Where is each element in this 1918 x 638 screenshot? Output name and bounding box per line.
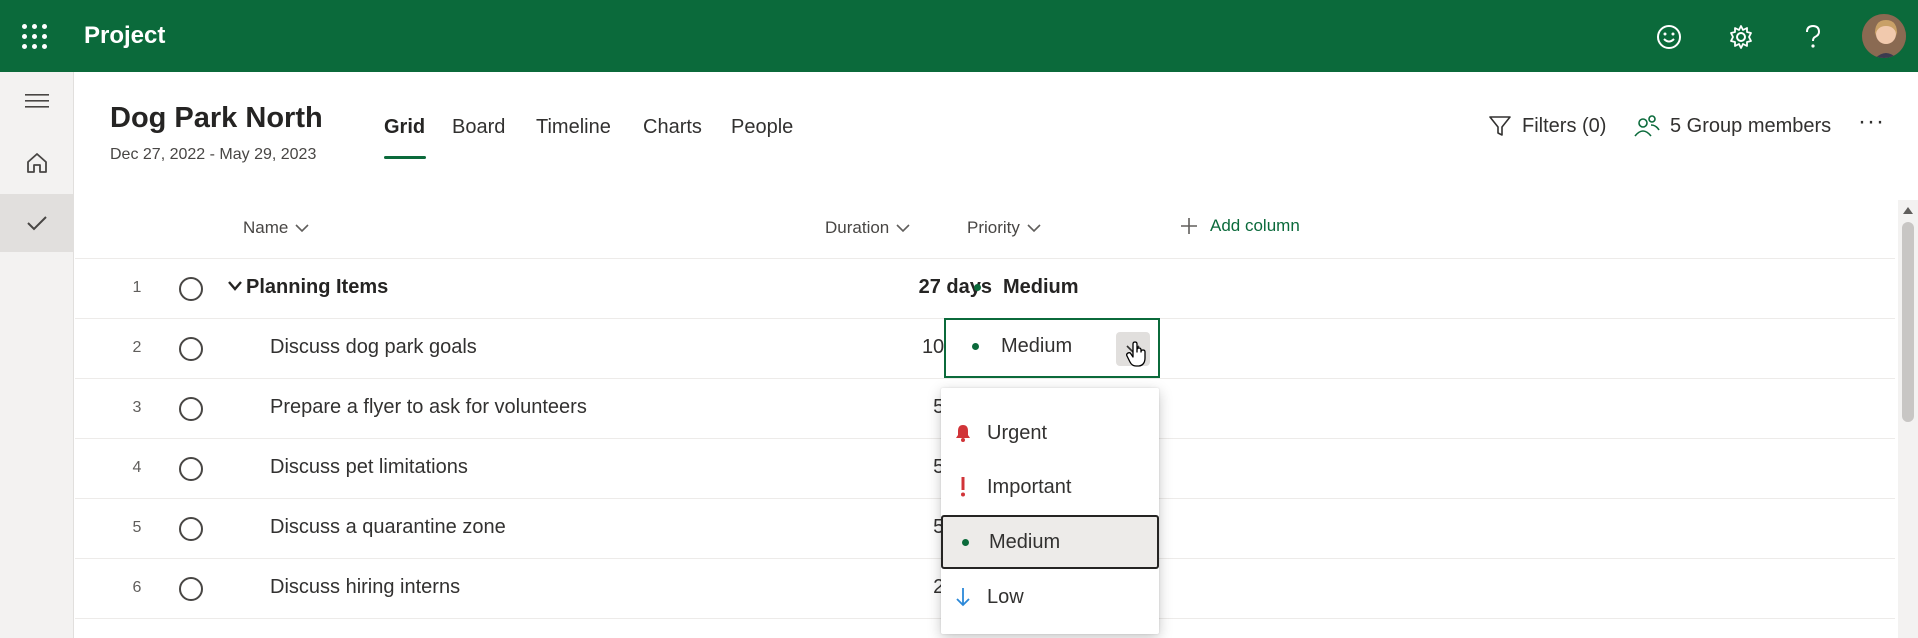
task-name[interactable]: Discuss pet limitations	[270, 456, 468, 479]
arrow-down-icon	[955, 587, 971, 607]
dot-icon	[957, 532, 973, 552]
add-column-button[interactable]: Add column	[1180, 216, 1300, 236]
task-duration[interactable]: 27 days	[800, 276, 992, 299]
table-row-group[interactable]: 1 Planning Items 27 days Medium	[75, 258, 1895, 318]
option-label: Important	[987, 475, 1072, 498]
task-name[interactable]: Discuss hiring interns	[270, 576, 460, 599]
priority-label: Medium	[1003, 276, 1079, 298]
dot-icon	[972, 343, 979, 350]
dot-icon	[974, 284, 981, 291]
filters-button[interactable]: Filters (0)	[1488, 114, 1606, 138]
project-title[interactable]: Dog Park North	[110, 102, 323, 135]
priority-option-important[interactable]: Important	[941, 460, 1159, 514]
chevron-down-icon	[295, 224, 309, 233]
project-dates: Dec 27, 2022 - May 29, 2023	[110, 146, 317, 163]
bell-icon	[955, 423, 971, 443]
tab-timeline[interactable]: Timeline	[536, 116, 611, 139]
row-number: 3	[132, 399, 142, 416]
complete-task-checkbox[interactable]	[179, 457, 203, 481]
priority-cell-editing[interactable]: Medium	[944, 318, 1160, 378]
vertical-scrollbar[interactable]	[1898, 200, 1918, 638]
task-name[interactable]: Discuss dog park goals	[270, 336, 477, 359]
task-name[interactable]: Planning Items	[246, 276, 388, 299]
filters-label: Filters (0)	[1522, 114, 1607, 137]
tab-grid[interactable]: Grid	[384, 116, 425, 139]
row-number: 4	[132, 459, 142, 476]
column-name-label: Name	[243, 218, 289, 237]
row-number: 6	[132, 579, 142, 596]
row-number: 1	[132, 279, 142, 296]
settings-gear-icon[interactable]	[1724, 20, 1758, 54]
priority-option-urgent[interactable]: Urgent	[941, 406, 1159, 460]
user-avatar[interactable]	[1860, 12, 1908, 60]
column-duration-label: Duration	[825, 218, 890, 237]
column-header-name[interactable]: Name	[243, 218, 310, 238]
complete-task-checkbox[interactable]	[179, 277, 203, 301]
app-title[interactable]: Project	[84, 22, 165, 50]
plus-icon	[1181, 218, 1197, 234]
scroll-up-arrow-icon[interactable]	[1903, 206, 1913, 214]
complete-task-checkbox[interactable]	[179, 577, 203, 601]
column-header-duration[interactable]: Duration	[825, 218, 911, 238]
menu-hamburger-icon[interactable]	[0, 72, 74, 130]
app-launcher-icon[interactable]	[22, 24, 48, 50]
people-icon	[1634, 115, 1660, 137]
app-header: Project	[0, 0, 1918, 72]
complete-task-checkbox[interactable]	[179, 517, 203, 541]
collapse-chevron-icon[interactable]	[227, 279, 243, 293]
home-icon[interactable]	[0, 134, 74, 192]
priority-value: Medium	[1001, 335, 1073, 357]
row-number: 5	[132, 519, 142, 536]
tab-board[interactable]: Board	[452, 116, 505, 139]
scroll-thumb[interactable]	[1902, 222, 1914, 422]
option-label: Low	[987, 585, 1024, 608]
priority-option-low[interactable]: Low	[941, 570, 1159, 624]
column-priority-label: Priority	[967, 218, 1020, 237]
tab-people[interactable]: People	[731, 116, 793, 139]
help-question-icon[interactable]	[1796, 20, 1830, 54]
my-tasks-check-icon[interactable]	[0, 194, 74, 252]
complete-task-checkbox[interactable]	[179, 337, 203, 361]
group-members-button[interactable]: 5 Group members	[1634, 114, 1831, 138]
exclamation-icon	[955, 477, 971, 497]
row-number: 2	[132, 339, 142, 356]
option-label: Urgent	[987, 421, 1048, 444]
task-name[interactable]: Discuss a quarantine zone	[270, 516, 506, 539]
more-options-button[interactable]: ···	[1858, 108, 1885, 136]
tab-charts[interactable]: Charts	[643, 116, 702, 139]
complete-task-checkbox[interactable]	[179, 397, 203, 421]
add-column-label: Add column	[1210, 216, 1300, 235]
priority-dropdown-menu: Urgent Important Medium Low	[941, 388, 1159, 634]
chevron-down-icon	[896, 224, 910, 233]
task-name[interactable]: Prepare a flyer to ask for volunteers	[270, 396, 587, 419]
active-tab-indicator	[384, 156, 426, 159]
option-label: Medium	[989, 530, 1061, 553]
priority-option-medium[interactable]: Medium	[941, 515, 1159, 569]
group-members-label: 5 Group members	[1670, 114, 1832, 137]
filter-funnel-icon	[1489, 116, 1511, 136]
hand-cursor-icon	[1126, 341, 1146, 367]
task-priority[interactable]: Medium	[974, 276, 1079, 299]
chevron-down-icon	[1027, 224, 1041, 233]
left-rail	[0, 72, 74, 638]
column-header-priority[interactable]: Priority	[967, 218, 1042, 238]
feedback-smiley-icon[interactable]	[1652, 20, 1686, 54]
